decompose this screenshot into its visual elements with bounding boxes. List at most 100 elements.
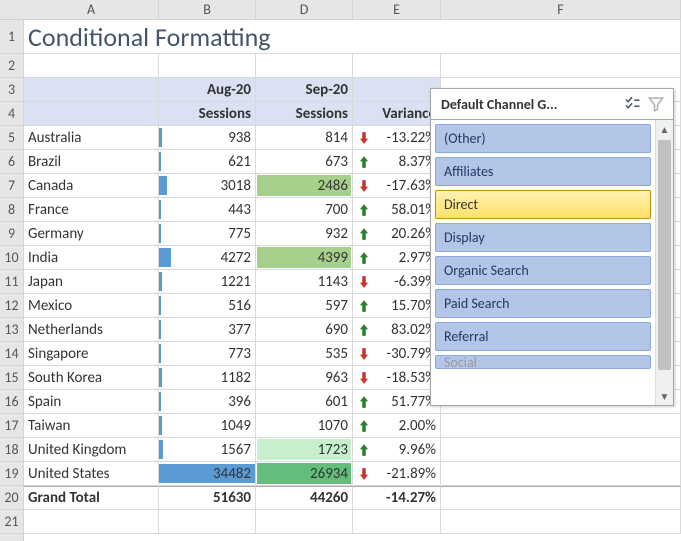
row-header-21[interactable]: 21 <box>0 510 24 534</box>
country-cell[interactable]: Singapore <box>24 342 159 366</box>
header-aug[interactable]: Aug-20 <box>159 78 256 102</box>
aug-cell[interactable]: 621 <box>159 150 256 174</box>
total-sep[interactable]: 44260 <box>256 486 353 510</box>
aug-cell[interactable]: 443 <box>159 198 256 222</box>
country-cell[interactable]: South Korea <box>24 366 159 390</box>
row-header-14[interactable]: 14 <box>0 342 24 366</box>
col-header-E[interactable]: E <box>353 0 441 20</box>
sep-cell[interactable]: 601 <box>256 390 353 414</box>
variance-cell[interactable]: 15.70% <box>353 294 441 318</box>
slicer-item[interactable]: Organic Search <box>435 256 651 285</box>
variance-cell[interactable]: 2.00% <box>353 414 441 438</box>
slicer-item[interactable]: Paid Search <box>435 289 651 318</box>
row-header-18[interactable]: 18 <box>0 438 24 462</box>
aug-cell[interactable]: 1182 <box>159 366 256 390</box>
sep-cell[interactable]: 963 <box>256 366 353 390</box>
cell[interactable] <box>441 54 681 78</box>
total-label[interactable]: Grand Total <box>24 486 159 510</box>
header-sessions2[interactable]: Sessions <box>256 102 353 126</box>
aug-cell[interactable]: 938 <box>159 126 256 150</box>
sep-cell[interactable]: 4399 <box>256 246 353 270</box>
variance-cell[interactable]: -21.89% <box>353 462 441 486</box>
cell[interactable] <box>353 510 441 534</box>
variance-cell[interactable]: 9.96% <box>353 438 441 462</box>
cell[interactable] <box>159 510 256 534</box>
variance-cell[interactable]: 51.77% <box>353 390 441 414</box>
country-cell[interactable]: United Kingdom <box>24 438 159 462</box>
header-sep[interactable]: Sep-20 <box>256 78 353 102</box>
header-variance[interactable]: Variance <box>353 102 441 126</box>
country-cell[interactable]: Germany <box>24 222 159 246</box>
row-header-11[interactable]: 11 <box>0 270 24 294</box>
row-header-7[interactable]: 7 <box>0 174 24 198</box>
header-sessions1[interactable]: Sessions <box>159 102 256 126</box>
scroll-up-icon[interactable]: ▲ <box>656 120 673 138</box>
sep-cell[interactable]: 597 <box>256 294 353 318</box>
col-header-F[interactable]: F <box>441 0 681 20</box>
sep-cell[interactable]: 814 <box>256 126 353 150</box>
col-header-B[interactable]: B <box>159 0 256 20</box>
cell[interactable] <box>441 414 681 438</box>
aug-cell[interactable]: 377 <box>159 318 256 342</box>
row-header-19[interactable]: 19 <box>0 462 24 486</box>
aug-cell[interactable]: 516 <box>159 294 256 318</box>
total-var[interactable]: -14.27% <box>353 486 441 510</box>
sep-cell[interactable]: 26934 <box>256 462 353 486</box>
cell[interactable] <box>256 510 353 534</box>
col-header-D[interactable]: D <box>256 0 353 20</box>
cell[interactable] <box>24 54 159 78</box>
cell[interactable] <box>353 54 441 78</box>
row-header-15[interactable]: 15 <box>0 366 24 390</box>
country-cell[interactable]: United States <box>24 462 159 486</box>
slicer[interactable]: Default Channel G... (Other)AffiliatesDi… <box>430 88 674 406</box>
row-header-16[interactable]: 16 <box>0 390 24 414</box>
variance-cell[interactable]: 83.02% <box>353 318 441 342</box>
aug-cell[interactable]: 773 <box>159 342 256 366</box>
slicer-item[interactable]: Affiliates <box>435 157 651 186</box>
cell[interactable] <box>353 78 441 102</box>
variance-cell[interactable]: -30.79% <box>353 342 441 366</box>
slicer-item[interactable]: Display <box>435 223 651 252</box>
row-header-20[interactable]: 20 <box>0 486 24 510</box>
country-cell[interactable]: Taiwan <box>24 414 159 438</box>
country-cell[interactable]: India <box>24 246 159 270</box>
scroll-thumb[interactable] <box>658 140 671 370</box>
variance-cell[interactable]: -17.63% <box>353 174 441 198</box>
cell[interactable] <box>441 438 681 462</box>
total-aug[interactable]: 51630 <box>159 486 256 510</box>
row-header-12[interactable]: 12 <box>0 294 24 318</box>
country-cell[interactable]: France <box>24 198 159 222</box>
sep-cell[interactable]: 673 <box>256 150 353 174</box>
row-header-2[interactable]: 2 <box>0 54 24 78</box>
cell[interactable] <box>441 20 681 54</box>
sep-cell[interactable]: 2486 <box>256 174 353 198</box>
cell[interactable] <box>256 54 353 78</box>
country-cell[interactable]: Australia <box>24 126 159 150</box>
aug-cell[interactable]: 4272 <box>159 246 256 270</box>
variance-cell[interactable]: 20.26% <box>353 222 441 246</box>
sep-cell[interactable]: 700 <box>256 198 353 222</box>
row-header-5[interactable]: 5 <box>0 126 24 150</box>
variance-cell[interactable]: 8.37% <box>353 150 441 174</box>
sep-cell[interactable]: 932 <box>256 222 353 246</box>
aug-cell[interactable]: 1221 <box>159 270 256 294</box>
country-cell[interactable]: Netherlands <box>24 318 159 342</box>
country-cell[interactable]: Canada <box>24 174 159 198</box>
slicer-scrollbar[interactable]: ▲ ▼ <box>655 120 673 405</box>
row-header-17[interactable]: 17 <box>0 414 24 438</box>
aug-cell[interactable]: 1567 <box>159 438 256 462</box>
row-header-3[interactable]: 3 <box>0 78 24 102</box>
sep-cell[interactable]: 1723 <box>256 438 353 462</box>
aug-cell[interactable]: 396 <box>159 390 256 414</box>
row-header-6[interactable]: 6 <box>0 150 24 174</box>
cell[interactable] <box>441 462 681 486</box>
sep-cell[interactable]: 1143 <box>256 270 353 294</box>
variance-cell[interactable]: 58.01% <box>353 198 441 222</box>
col-header-A[interactable]: A <box>24 0 159 20</box>
cell[interactable] <box>441 486 681 510</box>
scroll-down-icon[interactable]: ▼ <box>656 387 673 405</box>
slicer-item[interactable]: Referral <box>435 322 651 351</box>
country-cell[interactable]: Brazil <box>24 150 159 174</box>
cell[interactable] <box>24 78 159 102</box>
aug-cell[interactable]: 34482 <box>159 462 256 486</box>
